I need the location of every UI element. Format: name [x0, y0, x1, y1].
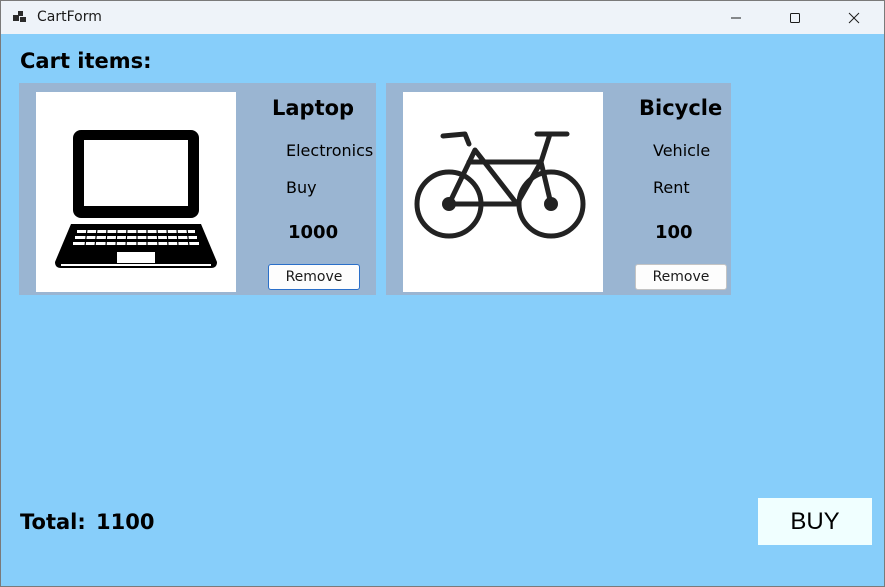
maximize-button[interactable]: [766, 1, 824, 34]
cart-item-image: [403, 92, 603, 292]
buy-button[interactable]: BUY: [758, 498, 872, 545]
total-value: 1100: [96, 510, 155, 534]
remove-button[interactable]: Remove: [268, 264, 360, 290]
cart-form-window: CartForm Cart items: Laptop Electronics …: [0, 0, 885, 587]
item-name: Laptop: [272, 96, 355, 120]
item-name: Bicycle: [639, 96, 723, 120]
item-category: Vehicle: [653, 141, 711, 160]
app-form-icon: [13, 10, 27, 24]
laptop-icon: [51, 110, 221, 275]
close-icon: [848, 12, 860, 24]
item-category: Electronics: [286, 141, 374, 160]
cart-item-card: Laptop Electronics Buy 1000 Remove: [19, 83, 376, 295]
close-button[interactable]: [825, 1, 883, 34]
minimize-button[interactable]: [707, 1, 765, 34]
item-type: Buy: [286, 178, 317, 197]
item-type: Rent: [653, 178, 690, 197]
item-price: 100: [655, 222, 693, 243]
total-label: Total:: [20, 510, 86, 534]
form-client-area: Cart items: Laptop Electronics Buy 1000 …: [1, 34, 884, 586]
cart-item-card: Bicycle Vehicle Rent 100 Remove: [386, 83, 731, 295]
cart-heading: Cart items:: [20, 49, 152, 73]
window-title: CartForm: [37, 9, 102, 25]
bicycle-icon: [413, 130, 593, 255]
minimize-icon: [730, 12, 742, 24]
remove-button[interactable]: Remove: [635, 264, 727, 290]
cart-item-image: [36, 92, 236, 292]
maximize-icon: [789, 12, 801, 24]
title-bar[interactable]: CartForm: [1, 1, 884, 34]
item-price: 1000: [288, 222, 339, 243]
